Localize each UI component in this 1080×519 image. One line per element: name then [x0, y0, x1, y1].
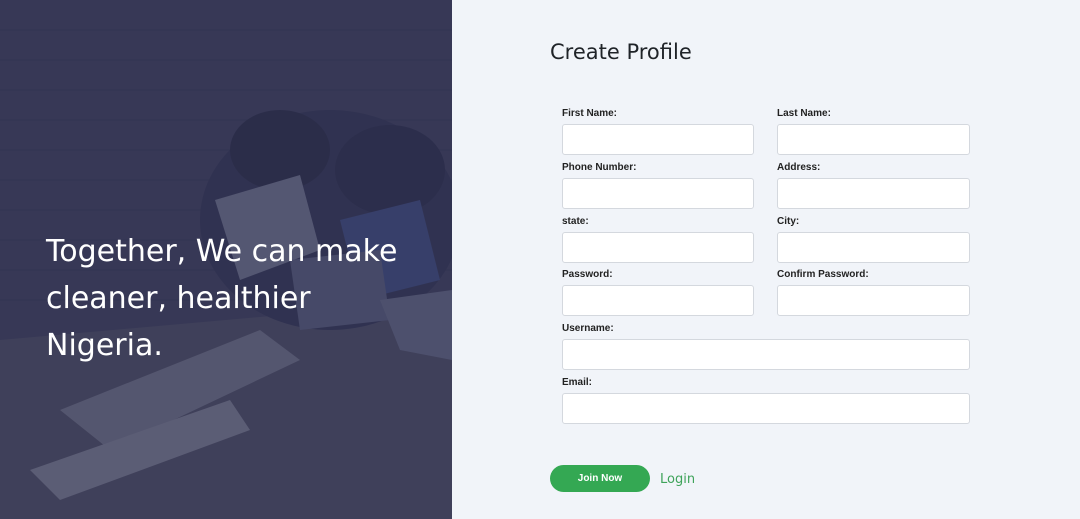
- address-group: Address:: [777, 162, 970, 209]
- email-input[interactable]: [562, 393, 970, 424]
- password-label: Password:: [562, 269, 613, 280]
- hero-tagline-line1: Together, We can make: [46, 234, 398, 269]
- last-name-input[interactable]: [777, 124, 970, 155]
- first-name-input[interactable]: [562, 124, 754, 155]
- confirm-password-group: Confirm Password:: [777, 269, 970, 316]
- username-input[interactable]: [562, 339, 970, 370]
- password-group: Password:: [562, 269, 754, 316]
- phone-group: Phone Number:: [562, 162, 754, 209]
- last-name-label: Last Name:: [777, 108, 831, 119]
- phone-input[interactable]: [562, 178, 754, 209]
- state-label: state:: [562, 216, 589, 227]
- join-now-button[interactable]: Join Now: [550, 465, 650, 492]
- hero-panel: Together, We can make cleaner, healthier…: [0, 0, 452, 519]
- address-input[interactable]: [777, 178, 970, 209]
- city-input[interactable]: [777, 232, 970, 263]
- password-input[interactable]: [562, 285, 754, 316]
- confirm-password-label: Confirm Password:: [777, 269, 869, 280]
- form-panel: Create Profile First Name: Last Name: Ph…: [452, 0, 1080, 519]
- confirm-password-input[interactable]: [777, 285, 970, 316]
- city-label: City:: [777, 216, 800, 227]
- login-link[interactable]: Login: [660, 472, 695, 487]
- email-label: Email:: [562, 377, 593, 388]
- signup-page: Together, We can make cleaner, healthier…: [0, 0, 1080, 519]
- username-group: Username:: [562, 323, 970, 370]
- email-group: Email:: [562, 377, 970, 424]
- hero-tagline-line2: cleaner, healthier Nigeria.: [46, 281, 311, 363]
- page-title: Create Profile: [550, 40, 692, 64]
- address-label: Address:: [777, 162, 821, 173]
- city-group: City:: [777, 216, 970, 263]
- state-group: state:: [562, 216, 754, 263]
- hero-tagline: Together, We can make cleaner, healthier…: [46, 228, 436, 369]
- username-label: Username:: [562, 323, 614, 334]
- last-name-group: Last Name:: [777, 108, 970, 155]
- state-input[interactable]: [562, 232, 754, 263]
- phone-label: Phone Number:: [562, 162, 637, 173]
- first-name-group: First Name:: [562, 108, 754, 155]
- first-name-label: First Name:: [562, 108, 618, 119]
